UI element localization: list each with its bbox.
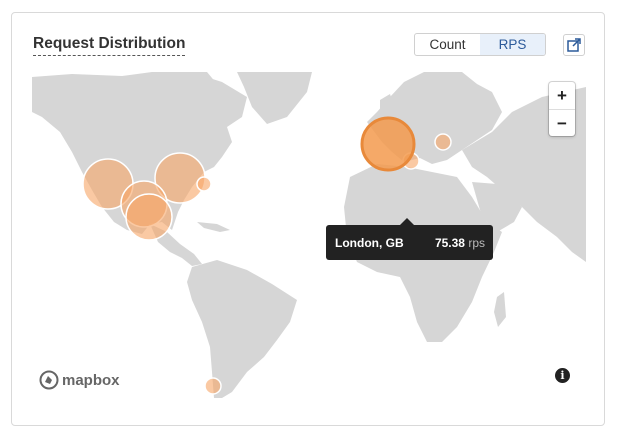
zoom-out-button[interactable]: − (549, 109, 575, 137)
marker-europe-east (434, 133, 452, 151)
metric-toggle: Count RPS (414, 33, 546, 56)
land-caribbean (197, 222, 230, 232)
tooltip-location: London, GB (335, 236, 404, 250)
toggle-rps[interactable]: RPS (480, 34, 545, 55)
marker-us-east-coast (196, 176, 212, 192)
mapbox-logo[interactable]: mapbox (39, 370, 120, 390)
land-shapes (32, 72, 586, 398)
external-expand-icon (567, 38, 581, 52)
map-tooltip: London, GB 75.38 rps (326, 218, 493, 260)
toggle-count[interactable]: Count (415, 34, 480, 55)
world-map[interactable]: + − London, GB 75.38 rps mapbox i (32, 72, 586, 398)
marker-us-south (125, 193, 173, 241)
request-distribution-card: Request Distribution Count RPS + − Londo… (11, 12, 605, 426)
tooltip-value-number: 75.38 (434, 236, 465, 250)
tooltip-unit: rps (468, 236, 485, 250)
expand-button[interactable] (563, 34, 585, 56)
marker-south-america (204, 377, 222, 395)
mapbox-logo-text: mapbox (62, 371, 120, 389)
info-icon[interactable]: i (555, 368, 570, 383)
tooltip-value: 75.38 rps (435, 236, 485, 250)
marker-london-highlight (360, 116, 416, 172)
zoom-in-button[interactable]: + (549, 82, 575, 109)
land-greenland (237, 72, 312, 124)
map-canvas (32, 72, 586, 398)
mapbox-logo-icon (39, 370, 59, 390)
panel-title: Request Distribution (33, 35, 186, 56)
land-south-america (187, 260, 297, 398)
land-madagascar (494, 292, 506, 327)
zoom-controls: + − (549, 82, 575, 136)
